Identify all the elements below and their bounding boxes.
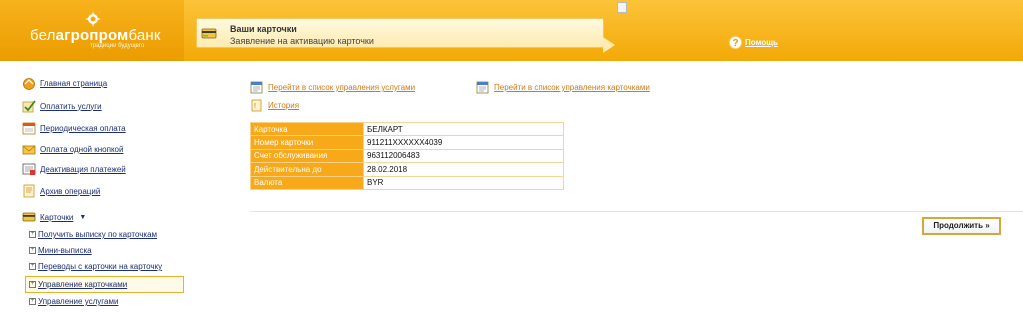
list-icon (476, 81, 489, 94)
table-key: Действительна до (250, 162, 364, 177)
table-value: BYR (363, 175, 564, 190)
sub-item-service-management[interactable]: + Управление услугами (29, 297, 118, 306)
table-key: Номер карточки (250, 135, 364, 150)
page-title: Ваши карточки (230, 24, 297, 34)
sub-item-transfers[interactable]: + Переводы с карточки на карточку (29, 262, 162, 271)
sidebar-item-one-button[interactable]: Оплата одной кнопкой (22, 142, 123, 156)
table-row: Валюта BYR (250, 175, 564, 190)
cards-list-link[interactable]: Перейти в список управления карточками (476, 81, 650, 94)
sidebar-item-periodic-payment[interactable]: Периодическая оплата (22, 121, 126, 135)
bank-tagline: традиции будущего (90, 43, 145, 49)
continue-button[interactable]: Продолжить » (922, 217, 1001, 235)
expand-icon: + (29, 298, 36, 305)
link-text: История (268, 101, 300, 110)
card-icon (201, 28, 217, 39)
table-row: Карточка БЕЛКАРТ (250, 121, 564, 137)
table-row: Действительна до 28.02.2018 (250, 162, 564, 177)
sub-item-card-management[interactable]: + Управление карточками (29, 280, 127, 289)
link-text: Перейти в список управления карточками (494, 83, 650, 92)
sidebar-item-label: Периодическая оплата (40, 123, 126, 133)
sidebar-item-label: Деактивация платежей (40, 164, 126, 174)
svg-text:!: ! (254, 103, 256, 110)
table-key: Валюта (250, 175, 364, 190)
table-value: 28.02.2018 (363, 162, 564, 177)
page-info-box: Ваши карточки Заявление на активацию кар… (196, 18, 615, 53)
sub-item-label: Управление услугами (38, 297, 119, 306)
card-icon (22, 212, 36, 222)
question-icon[interactable]: ? (729, 36, 742, 49)
link-text: Перейти в список управления услугами (268, 83, 416, 92)
table-row: Счет обслуживания 963112006483 (250, 148, 564, 164)
page-subtitle: Заявление на активацию карточки (230, 36, 374, 46)
sidebar-item-deactivate[interactable]: Деактивация платежей (22, 162, 126, 176)
table-value: 911211XXXXXX4039 (363, 135, 564, 150)
sub-item-label: Переводы с карточки на карточку (38, 262, 163, 271)
sub-item-label: Управление карточками (38, 280, 128, 289)
broken-image-icon (617, 2, 627, 13)
bank-logo[interactable]: белагропромбанк традиции будущего (0, 0, 184, 61)
sidebar-item-label: Архив операций (40, 186, 101, 196)
sub-item-mini-statement[interactable]: + Мини-выписка (29, 246, 92, 255)
sub-item-label: Получить выписку по карточкам (38, 230, 158, 239)
help-link-group[interactable]: ? Помощь (729, 36, 778, 49)
expand-icon: + (29, 231, 36, 238)
archive-icon (23, 184, 35, 198)
envelope-icon (22, 145, 36, 155)
card-details-table: Карточка БЕЛКАРТ Номер карточки 911211XX… (250, 121, 564, 190)
calendar-icon (22, 122, 36, 135)
table-value: 963112006483 (363, 148, 564, 164)
sub-item-label: Мини-выписка (38, 246, 92, 255)
header: белагропромбанк традиции будущего Ваши к… (0, 0, 1023, 61)
divider (250, 211, 1023, 212)
sub-item-statement[interactable]: + Получить выписку по карточкам (29, 230, 157, 239)
expand-icon: + (29, 247, 36, 254)
sidebar-item-label: Карточки (40, 212, 74, 222)
expand-icon: + (29, 263, 36, 270)
sidebar-item-label: Главная страница (40, 78, 108, 88)
table-value: БЕЛКАРТ (363, 121, 564, 137)
sidebar-item-archive[interactable]: Архив операций (22, 184, 100, 198)
history-link[interactable]: ! История (250, 99, 299, 112)
sidebar-item-home[interactable]: Главная страница (22, 76, 107, 90)
table-row: Номер карточки 911211XXXXXX4039 (250, 135, 564, 150)
checkmark-icon (22, 100, 36, 113)
sidebar-item-cards[interactable]: Карточки ▼ (22, 210, 86, 224)
bank-name: белагропромбанк (30, 27, 161, 44)
home-icon (23, 78, 35, 90)
list-icon (250, 81, 263, 94)
sidebar-item-label: Оплатить услуги (40, 101, 102, 111)
services-list-link[interactable]: Перейти в список управления услугами (250, 81, 415, 94)
page: белагропромбанк традиции будущего Ваши к… (0, 0, 1023, 313)
table-key: Счет обслуживания (250, 148, 364, 164)
chevron-down-icon: ▼ (79, 213, 87, 221)
deactivate-icon (22, 163, 36, 175)
sun-logo-icon (85, 11, 101, 27)
sidebar-item-label: Оплата одной кнопкой (40, 144, 124, 154)
sidebar-item-pay-services[interactable]: Оплатить услуги (22, 99, 102, 113)
table-key: Карточка (250, 121, 364, 137)
help-link[interactable]: Помощь (745, 38, 778, 47)
expand-icon: + (29, 281, 36, 288)
sidebar: Главная страница Оплатить услуги Периоди… (0, 61, 190, 313)
history-icon: ! (251, 99, 262, 112)
